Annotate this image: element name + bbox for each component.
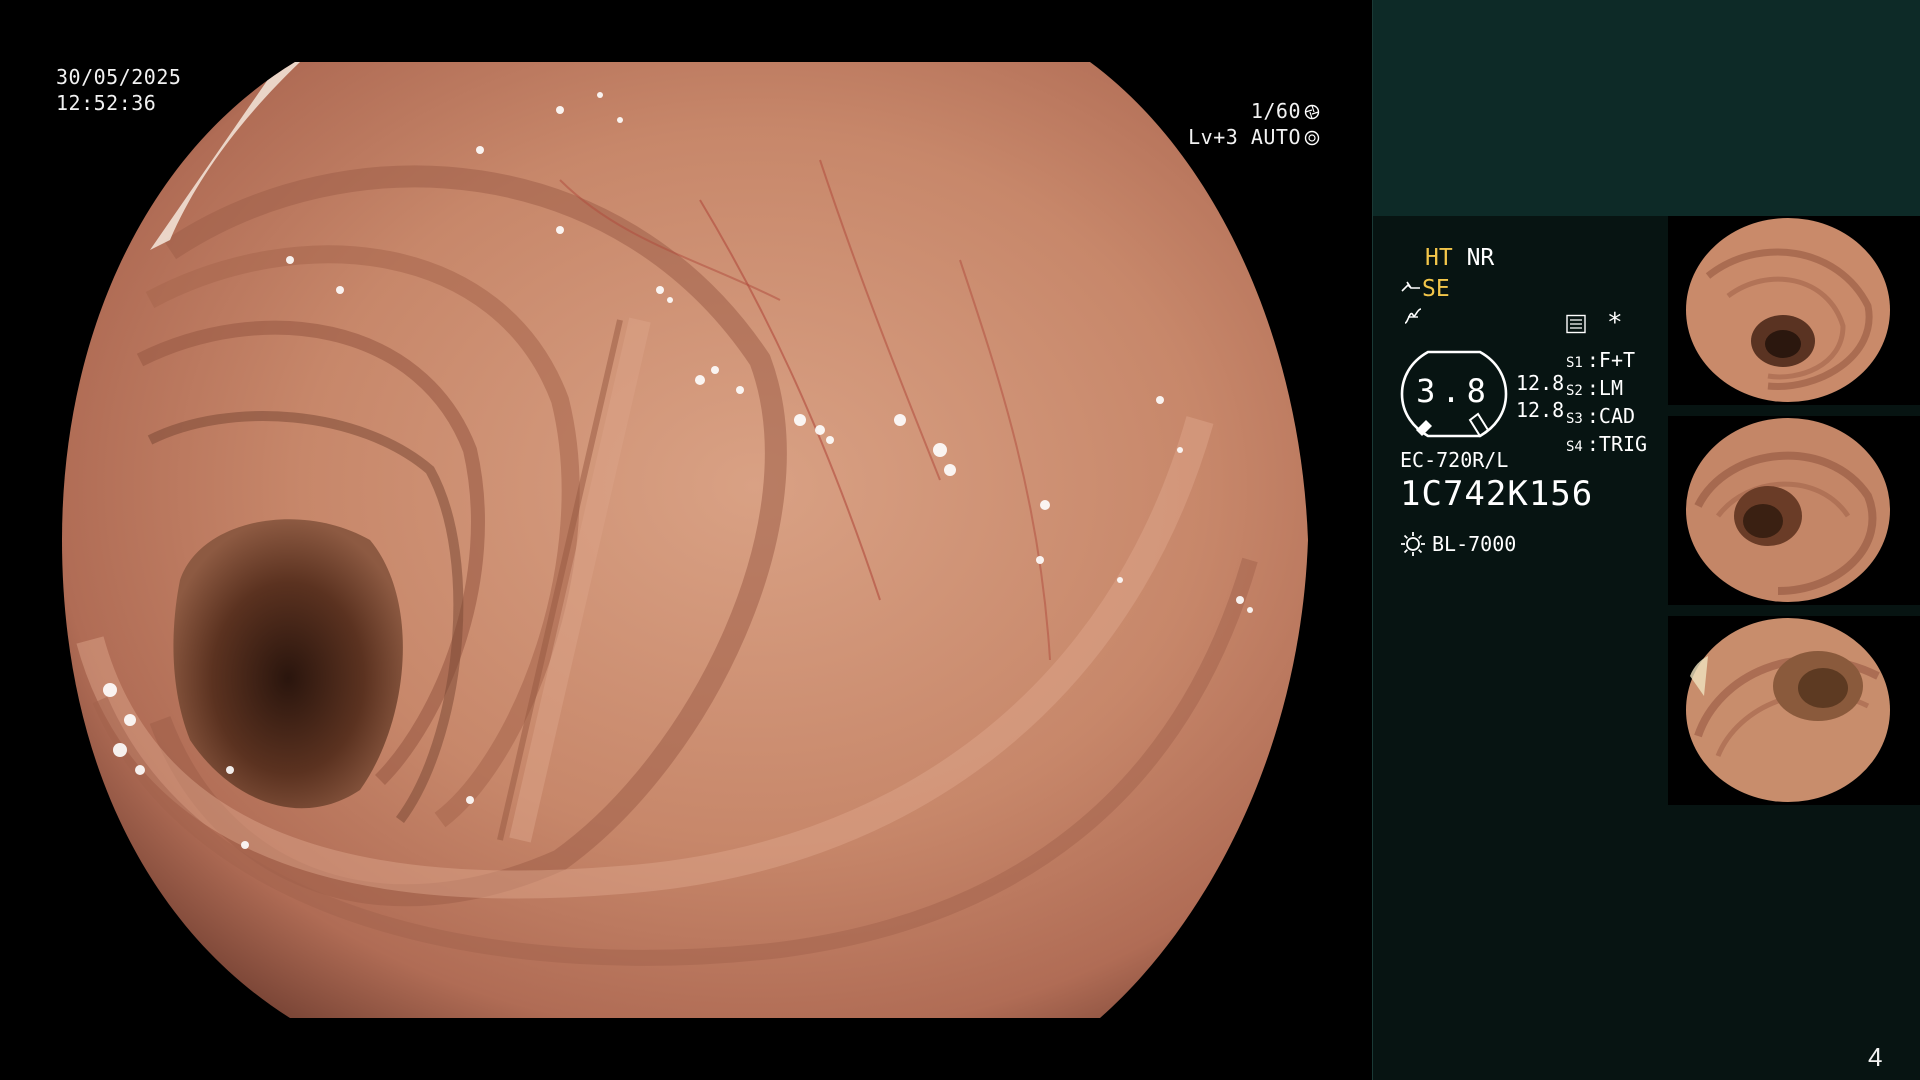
light-source-row: BL-7000 xyxy=(1400,531,1516,557)
iris-icon xyxy=(1304,130,1320,146)
switch-row: S3:CAD xyxy=(1566,404,1636,428)
light-source-icon xyxy=(1401,532,1425,556)
memo-icon xyxy=(1566,314,1586,334)
se-row: SE xyxy=(1400,274,1450,304)
thumbnail-image xyxy=(1686,418,1890,602)
level-text: Lv+3 xyxy=(1188,125,1239,149)
thumbnail-image xyxy=(1686,618,1890,802)
level-row: Lv+3 AUTO xyxy=(1185,124,1320,150)
enhance-icon xyxy=(1401,281,1420,292)
gauge-side-values: 12.8 12.8 xyxy=(1516,370,1564,424)
capture-thumbnail[interactable] xyxy=(1668,216,1920,405)
page-number: 4 xyxy=(1868,1042,1883,1072)
mode-icons: * xyxy=(1565,308,1623,338)
nr-label: NR xyxy=(1466,245,1495,271)
time-text: 12:52:36 xyxy=(56,91,157,115)
endoscopy-view: 30/05/2025 12:52:36 1/60 Lv+3 AUTO xyxy=(0,0,1372,1080)
date-text: 30/05/2025 xyxy=(56,65,182,89)
endoscopy-image xyxy=(62,62,1308,1018)
ht-label: HT xyxy=(1425,245,1453,271)
capture-thumbnail[interactable] xyxy=(1668,616,1920,805)
switch-row: S1:F+T xyxy=(1566,348,1636,372)
light-source-text: BL-7000 xyxy=(1432,532,1517,556)
scope-switch-list: S1:F+T S2:LM S3:CAD S4:TRIG xyxy=(1566,348,1647,460)
thumbnail-image xyxy=(1686,218,1890,402)
curve-icon xyxy=(1404,308,1422,324)
exposure-readout: 1/60 Lv+3 AUTO xyxy=(1185,98,1320,150)
asterisk-mark: * xyxy=(1607,308,1623,338)
gauge-side-bottom: 12.8 xyxy=(1516,398,1565,422)
capture-thumbnail[interactable] xyxy=(1668,416,1920,605)
ht-nr-row: HT NR xyxy=(1425,243,1494,273)
shutter-text: 1/60 xyxy=(1250,99,1301,123)
panel-header-area xyxy=(1373,0,1920,216)
aperture-icon xyxy=(1304,104,1320,120)
exposure-mode-text: AUTO xyxy=(1250,125,1301,149)
switch-row: S4:TRIG xyxy=(1566,432,1648,456)
gauge-value: 3.8 xyxy=(1416,372,1492,410)
datetime-readout: 30/05/2025 12:52:36 xyxy=(56,64,181,116)
scope-serial: 1C742K156 xyxy=(1400,474,1594,514)
switch-row: S2:LM xyxy=(1566,376,1623,400)
scope-model: EC-720R/L xyxy=(1400,448,1509,472)
curve-row xyxy=(1402,305,1424,335)
se-label: SE xyxy=(1422,276,1450,302)
gauge-side-top: 12.8 xyxy=(1516,371,1565,395)
shutter-row: 1/60 xyxy=(1185,98,1320,124)
